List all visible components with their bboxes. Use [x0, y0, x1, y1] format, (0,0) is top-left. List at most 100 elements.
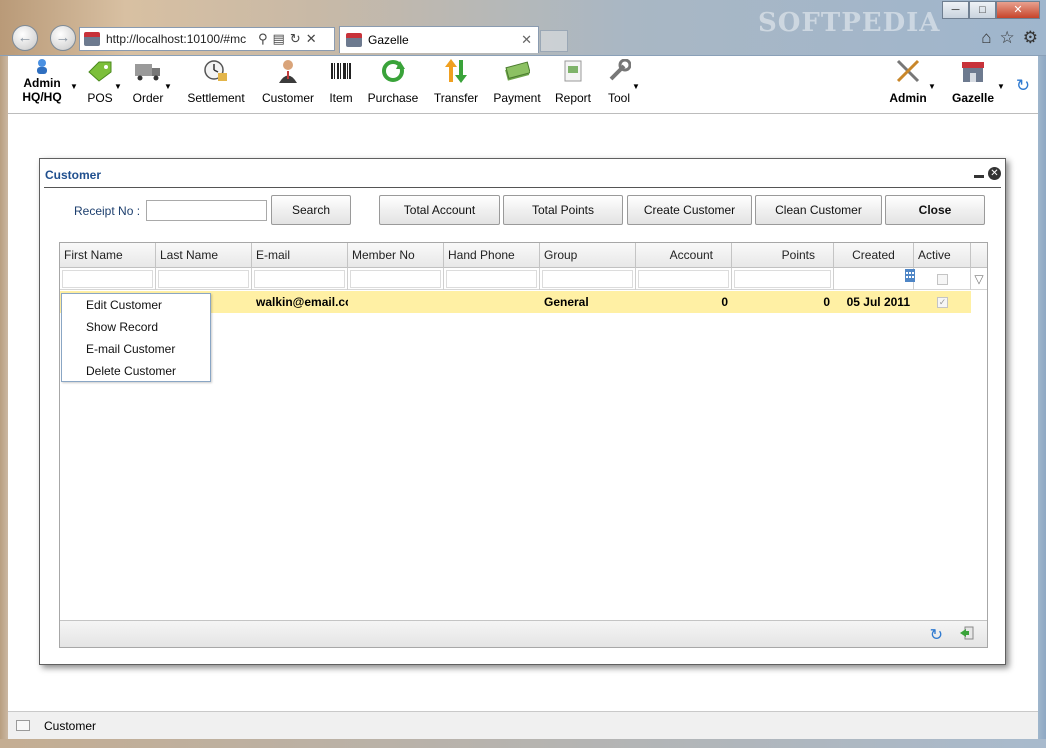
settings-gear-icon[interactable]: ⚙	[1023, 28, 1038, 48]
col-spacer	[971, 243, 987, 268]
filter-clear-button[interactable]: ▽	[971, 268, 987, 290]
status-bar: Customer	[8, 711, 1038, 739]
customer-person-icon	[279, 60, 297, 83]
create-customer-button[interactable]: Create Customer	[627, 195, 752, 225]
toolbar-item[interactable]: Item	[326, 56, 356, 105]
col-created[interactable]: Created	[834, 243, 914, 268]
search-icon[interactable]: ⚲	[258, 31, 268, 47]
col-account[interactable]: Account	[636, 243, 732, 268]
toolbar-settlement[interactable]: Settlement	[184, 56, 248, 105]
refresh-icon[interactable]: ↻	[290, 31, 301, 47]
user-location: HQ/HQ	[22, 90, 62, 104]
window-title: Customer	[45, 168, 102, 182]
user-name: Admin	[23, 76, 61, 90]
filter-active[interactable]	[914, 268, 971, 290]
receipt-no-input[interactable]	[146, 200, 267, 221]
filter-last-name[interactable]	[156, 268, 252, 290]
toolbar-settlement-label: Settlement	[187, 91, 245, 105]
clean-customer-button[interactable]: Clean Customer	[755, 195, 882, 225]
toolbar-refresh-button[interactable]: ↻	[1014, 76, 1032, 96]
filter-active-checkbox[interactable]	[936, 274, 948, 286]
app-toolbar: Admin HQ/HQ ▼ POS ▼ Order ▼ Settlement C…	[8, 56, 1038, 114]
store-icon	[962, 62, 984, 82]
toolbar-customer[interactable]: Customer	[259, 56, 317, 105]
filter-created[interactable]	[834, 268, 915, 290]
col-group[interactable]: Group	[540, 243, 636, 268]
chevron-down-icon: ▼	[164, 82, 172, 91]
settlement-clock-icon	[204, 60, 227, 81]
export-icon[interactable]	[960, 626, 974, 643]
filter-member-no[interactable]	[348, 268, 444, 290]
filter-account[interactable]	[636, 268, 732, 290]
search-button[interactable]: Search	[271, 195, 351, 225]
title-divider	[44, 187, 1001, 188]
payment-money-icon	[505, 61, 530, 81]
filter-email[interactable]	[252, 268, 348, 290]
grid-header: First Name Last Name E-mail Member No Ha…	[60, 243, 987, 268]
cell-group: General	[544, 295, 589, 309]
window-minimize-button[interactable]	[974, 175, 984, 178]
menu-item-edit-customer[interactable]: Edit Customer	[62, 294, 210, 316]
cell-hand-phone	[444, 291, 540, 313]
cell-account: 0	[721, 295, 728, 309]
toolbar-purchase[interactable]: Purchase	[366, 56, 420, 105]
col-points[interactable]: Points	[732, 243, 834, 268]
filter-funnel-icon: ▽	[974, 272, 984, 286]
toolbar-payment[interactable]: Payment	[490, 56, 544, 105]
toolbar-store-label: Gazelle	[951, 91, 995, 105]
stop-icon[interactable]: ✕	[306, 31, 317, 47]
toolbar-transfer[interactable]: Transfer	[430, 56, 482, 105]
grid-filter-row: ▽	[60, 268, 987, 290]
chevron-down-icon: ▼	[928, 82, 936, 91]
toolbar-store[interactable]: Gazelle ▼	[948, 56, 1005, 105]
toolbar-pos[interactable]: POS ▼	[80, 56, 122, 105]
chevron-down-icon: ▼	[632, 82, 640, 91]
home-icon[interactable]: ⌂	[981, 28, 991, 48]
col-first-name[interactable]: First Name	[60, 243, 156, 268]
toolbar-order[interactable]: Order ▼	[128, 56, 172, 105]
address-url[interactable]: http://localhost:10100/#mc	[106, 32, 256, 46]
filter-first-name[interactable]	[60, 268, 156, 290]
user-menu[interactable]: Admin HQ/HQ ▼	[16, 56, 78, 104]
cell-active: ✓	[914, 291, 971, 313]
chevron-down-icon: ▼	[997, 82, 1005, 91]
address-bar[interactable]: http://localhost:10100/#mc ⚲ ▤ ↻ ✕	[79, 27, 335, 51]
toolbar-admin[interactable]: Admin ▼	[886, 56, 936, 105]
total-account-button[interactable]: Total Account	[379, 195, 500, 225]
menu-item-delete-customer[interactable]: Delete Customer	[62, 360, 210, 382]
refresh-icon: ↻	[1015, 76, 1031, 95]
favorites-star-icon[interactable]: ☆	[1000, 28, 1015, 48]
menu-item-email-customer[interactable]: E-mail Customer	[62, 338, 210, 360]
toolbar-transfer-label: Transfer	[433, 91, 479, 105]
filter-points[interactable]	[732, 268, 834, 290]
col-hand-phone[interactable]: Hand Phone	[444, 243, 540, 268]
tab-close-icon[interactable]: ✕	[521, 32, 532, 48]
back-button[interactable]: ←	[12, 25, 38, 51]
filter-hand-phone[interactable]	[444, 268, 540, 290]
close-button[interactable]: Close	[885, 195, 985, 225]
forward-button[interactable]: →	[50, 25, 76, 51]
toolbar-tool[interactable]: Tool ▼	[602, 56, 640, 105]
minimize-window-button[interactable]: ─	[942, 1, 969, 19]
total-points-button[interactable]: Total Points	[503, 195, 623, 225]
toolbar-payment-label: Payment	[493, 91, 541, 105]
col-active[interactable]: Active	[914, 243, 971, 268]
toolbar-purchase-label: Purchase	[367, 91, 419, 105]
wrench-icon	[609, 59, 631, 81]
window-close-button[interactable]: ✕	[988, 167, 1001, 180]
maximize-window-button[interactable]: □	[969, 1, 996, 19]
col-email[interactable]: E-mail	[252, 243, 348, 268]
toolbar-order-label: Order	[132, 91, 164, 105]
menu-item-show-record[interactable]: Show Record	[62, 316, 210, 338]
filter-group[interactable]	[540, 268, 636, 290]
toolbar-report[interactable]: Report	[552, 56, 594, 105]
tab-gazelle[interactable]: Gazelle ✕	[339, 26, 539, 53]
compat-view-icon[interactable]: ▤	[273, 31, 285, 47]
grid-refresh-icon[interactable]: ↻	[930, 625, 943, 645]
toolbar-tool-label: Tool	[607, 91, 630, 105]
col-last-name[interactable]: Last Name	[156, 243, 252, 268]
admin-tools-icon	[896, 59, 920, 83]
close-window-button[interactable]: ✕	[996, 1, 1040, 19]
new-tab-button[interactable]	[540, 30, 568, 52]
col-member-no[interactable]: Member No	[348, 243, 444, 268]
